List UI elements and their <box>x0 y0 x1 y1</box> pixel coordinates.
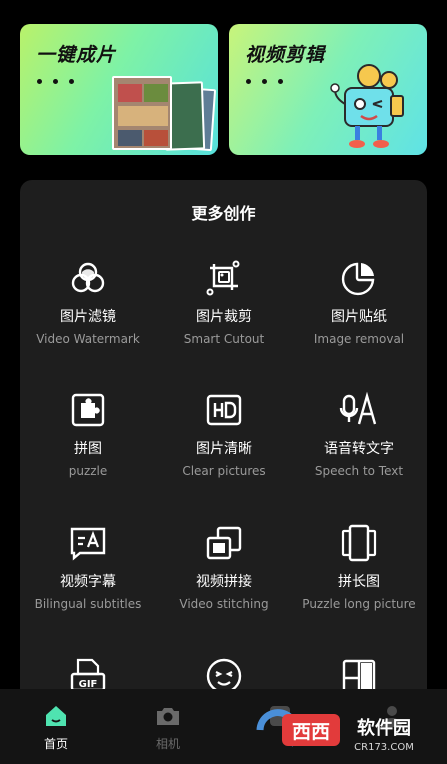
dots-decoration <box>246 79 283 84</box>
crop-frame-icon <box>206 260 240 296</box>
svg-text:软件园: 软件园 <box>357 717 411 739</box>
tool-clear-picture[interactable]: 图片清晰 Clear pictures <box>156 390 292 478</box>
tool-sublabel: Puzzle long picture <box>302 597 416 611</box>
more-creation-panel: 更多创作 图片滤镜 Video Watermark 图片裁剪 Smart Cut… <box>20 180 427 764</box>
tool-label: 图片贴纸 <box>331 309 387 325</box>
home-icon <box>46 706 66 726</box>
site-watermark-logo: 西西 软件园 CR173.COM <box>256 709 414 753</box>
tool-sublabel: puzzle <box>68 464 108 478</box>
one-click-video-card[interactable]: 一键成片 <box>20 24 218 155</box>
hd-icon <box>206 394 242 426</box>
card-title: 视频剪辑 <box>245 44 326 66</box>
svg-text:西西: 西西 <box>292 721 330 743</box>
tab-camera[interactable]: 相机 <box>112 689 224 764</box>
tool-video-stitching[interactable]: 视频拼接 Video stitching <box>156 523 292 611</box>
tool-sublabel: Video stitching <box>179 597 269 611</box>
stitch-icon <box>206 526 242 560</box>
svg-text:CR173.COM: CR173.COM <box>354 742 414 753</box>
tool-puzzle[interactable]: 拼图 puzzle <box>20 390 156 478</box>
tool-label: 图片清晰 <box>196 441 252 457</box>
tab-home[interactable]: 首页 <box>0 689 112 764</box>
tool-label: 拼图 <box>74 441 102 457</box>
tool-speech-to-text[interactable]: 语音转文字 Speech to Text <box>291 390 427 478</box>
tool-image-filter[interactable]: 图片滤镜 Video Watermark <box>20 258 156 346</box>
tool-label: 图片裁剪 <box>196 309 252 325</box>
puzzle-icon <box>71 393 105 427</box>
tab-label: 相机 <box>155 737 180 751</box>
tool-label: 视频字幕 <box>60 574 116 590</box>
tool-long-picture[interactable]: 拼长图 Puzzle long picture <box>291 523 427 611</box>
filter-circles-icon <box>71 262 105 293</box>
tool-sublabel: Speech to Text <box>314 464 404 478</box>
tool-label: 视频拼接 <box>196 574 252 590</box>
tool-image-crop[interactable]: 图片裁剪 Smart Cutout <box>156 258 292 346</box>
tool-sublabel: Smart Cutout <box>183 332 265 346</box>
card-title: 一键成片 <box>36 44 117 66</box>
tool-sublabel: Clear pictures <box>182 464 266 478</box>
tool-video-subtitles[interactable]: 视频字幕 Bilingual subtitles <box>20 523 156 611</box>
tool-sublabel: Bilingual subtitles <box>34 597 142 611</box>
sticker-icon <box>341 262 375 296</box>
tool-label: 语音转文字 <box>324 441 394 457</box>
tool-sublabel: Image removal <box>313 332 405 346</box>
subtitle-icon <box>70 527 106 561</box>
tool-sublabel: Video Watermark <box>36 332 140 346</box>
section-title: 更多创作 <box>191 204 256 223</box>
film-robot-mascot-icon <box>330 64 404 148</box>
tool-label: 拼长图 <box>338 574 380 590</box>
photo-collage-icon <box>112 74 217 154</box>
speech-to-text-icon <box>339 391 377 425</box>
dots-decoration <box>37 79 74 84</box>
video-edit-card[interactable]: 视频剪辑 <box>229 24 427 155</box>
long-picture-icon <box>341 524 377 562</box>
tool-label: 图片滤镜 <box>60 309 116 325</box>
camera-icon <box>157 708 179 725</box>
tab-label: 首页 <box>43 737 68 751</box>
tool-image-sticker[interactable]: 图片贴纸 Image removal <box>291 258 427 346</box>
